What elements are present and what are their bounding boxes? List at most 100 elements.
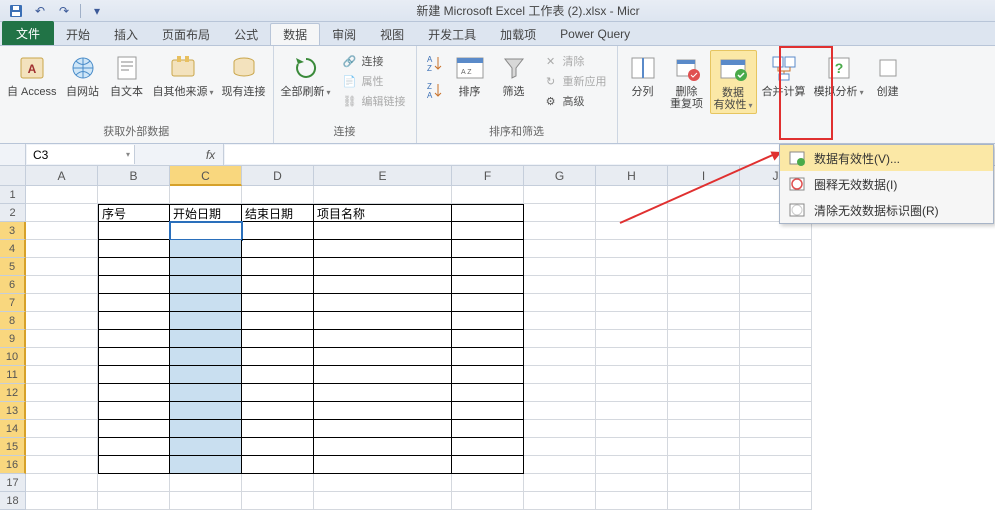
cell[interactable] [98, 492, 170, 510]
tab-formulas[interactable]: 公式 [222, 23, 270, 45]
cell[interactable] [524, 438, 596, 456]
cell[interactable] [668, 276, 740, 294]
cell[interactable] [524, 420, 596, 438]
cell[interactable] [524, 276, 596, 294]
tab-home[interactable]: 开始 [54, 23, 102, 45]
clear-filter-button[interactable]: ✕清除 [539, 52, 611, 70]
cell[interactable] [668, 312, 740, 330]
cell[interactable] [170, 420, 242, 438]
cell[interactable] [242, 222, 314, 240]
cell[interactable] [452, 402, 524, 420]
filter-button[interactable]: 筛选 [493, 50, 535, 100]
sort-button[interactable]: A Z排序 [449, 50, 491, 100]
cell[interactable] [452, 366, 524, 384]
cell[interactable] [26, 402, 98, 420]
cell[interactable] [242, 474, 314, 492]
row-header-15[interactable]: 15 [0, 438, 26, 456]
cell[interactable] [314, 348, 452, 366]
cell[interactable] [596, 474, 668, 492]
cell[interactable] [524, 384, 596, 402]
cell[interactable] [740, 222, 812, 240]
cell[interactable] [314, 312, 452, 330]
cell[interactable] [242, 258, 314, 276]
tab-insert[interactable]: 插入 [102, 23, 150, 45]
cell[interactable] [26, 186, 98, 204]
cell[interactable] [668, 366, 740, 384]
cell[interactable] [98, 420, 170, 438]
cell[interactable] [314, 222, 452, 240]
from-web-button[interactable]: 自网站 [62, 50, 104, 100]
cell[interactable] [242, 402, 314, 420]
cell[interactable] [314, 240, 452, 258]
cell[interactable] [26, 258, 98, 276]
cell[interactable] [524, 204, 596, 222]
cell[interactable] [596, 456, 668, 474]
name-box[interactable]: C3 [27, 145, 135, 164]
cell[interactable] [668, 240, 740, 258]
cell[interactable] [26, 312, 98, 330]
cell[interactable] [524, 186, 596, 204]
cell[interactable] [596, 330, 668, 348]
tab-addins[interactable]: 加载项 [488, 23, 548, 45]
row-header-17[interactable]: 17 [0, 474, 26, 492]
cell[interactable] [26, 204, 98, 222]
cell[interactable] [242, 186, 314, 204]
cell[interactable] [452, 330, 524, 348]
col-header-H[interactable]: H [596, 166, 668, 186]
cell[interactable] [98, 294, 170, 312]
row-header-4[interactable]: 4 [0, 240, 26, 258]
cell[interactable] [668, 330, 740, 348]
cell[interactable] [668, 294, 740, 312]
cell[interactable] [740, 276, 812, 294]
cell[interactable] [98, 438, 170, 456]
cell[interactable] [740, 402, 812, 420]
cell[interactable] [596, 384, 668, 402]
col-header-A[interactable]: A [26, 166, 98, 186]
edit-links-button[interactable]: ⛓编辑链接 [338, 92, 410, 110]
row-header-1[interactable]: 1 [0, 186, 26, 204]
cell[interactable] [740, 492, 812, 510]
cell[interactable] [524, 258, 596, 276]
remove-duplicates-button[interactable]: 删除重复项 [666, 50, 708, 112]
cell[interactable] [314, 294, 452, 312]
cell[interactable] [314, 186, 452, 204]
save-icon[interactable] [6, 2, 26, 20]
cell[interactable] [242, 240, 314, 258]
cell[interactable] [668, 222, 740, 240]
col-header-F[interactable]: F [452, 166, 524, 186]
cell[interactable]: 序号 [98, 204, 170, 222]
cell[interactable] [740, 366, 812, 384]
cell[interactable] [314, 366, 452, 384]
row-header-5[interactable]: 5 [0, 258, 26, 276]
cell[interactable] [26, 294, 98, 312]
cell[interactable] [668, 348, 740, 366]
tab-developer[interactable]: 开发工具 [416, 23, 488, 45]
cell[interactable]: 开始日期 [170, 204, 242, 222]
cell[interactable] [98, 456, 170, 474]
cell[interactable] [452, 240, 524, 258]
cell[interactable] [596, 366, 668, 384]
consolidate-button[interactable]: 合并计算 [759, 50, 809, 100]
cell[interactable] [524, 240, 596, 258]
qat-customize-icon[interactable]: ▾ [87, 2, 107, 20]
menu-data-validation[interactable]: 数据有效性(V)... [780, 145, 993, 171]
cell[interactable] [242, 438, 314, 456]
cell[interactable] [740, 240, 812, 258]
select-all-corner[interactable] [0, 166, 26, 186]
cell[interactable] [452, 312, 524, 330]
cell[interactable] [524, 294, 596, 312]
row-header-2[interactable]: 2 [0, 204, 26, 222]
cell[interactable] [170, 492, 242, 510]
cell[interactable] [524, 312, 596, 330]
cell[interactable] [242, 384, 314, 402]
cell[interactable] [596, 240, 668, 258]
cell[interactable] [740, 474, 812, 492]
cell[interactable] [524, 402, 596, 420]
properties-button[interactable]: 📄属性 [338, 72, 410, 90]
row-header-9[interactable]: 9 [0, 330, 26, 348]
tab-view[interactable]: 视图 [368, 23, 416, 45]
sort-asc-button[interactable]: AZ [421, 50, 447, 76]
cell[interactable] [452, 276, 524, 294]
cell[interactable] [740, 348, 812, 366]
connections-button[interactable]: 🔗连接 [338, 52, 410, 70]
